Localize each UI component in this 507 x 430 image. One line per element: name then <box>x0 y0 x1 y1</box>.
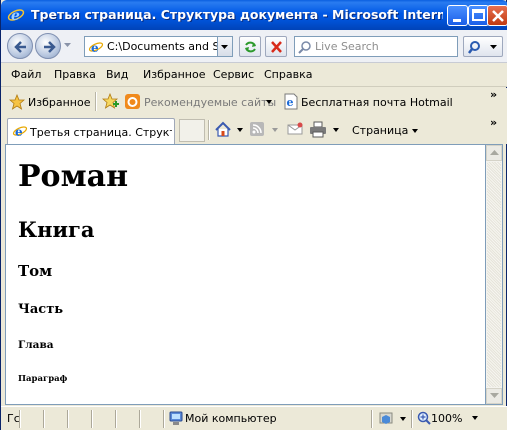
menu-favorites[interactable]: Избранное <box>143 68 205 81</box>
menu-view[interactable]: Вид <box>106 68 128 81</box>
page-menu-button[interactable]: Страница <box>352 124 419 137</box>
search-button[interactable] <box>463 36 503 57</box>
status-divider <box>91 410 93 428</box>
heading-2: Книга <box>18 217 95 242</box>
menu-bar: Файл Правка Вид Избранное Сервис Справка <box>1 63 507 87</box>
menu-help[interactable]: Справка <box>264 68 312 81</box>
chevron-down-icon[interactable] <box>272 128 279 133</box>
protected-mode-icon[interactable] <box>379 411 409 426</box>
minimize-button[interactable] <box>447 5 468 26</box>
menu-file[interactable]: Файл <box>11 68 41 81</box>
hotmail-page-icon: e <box>284 93 298 110</box>
arrow-down-icon <box>490 393 499 398</box>
hotmail-link[interactable]: Бесплатная почта Hotmail <box>301 96 453 109</box>
svg-text:e: e <box>91 41 99 54</box>
chevron-down-icon[interactable] <box>237 128 244 133</box>
zoom-level[interactable]: 100% <box>431 412 462 425</box>
page-content: Роман Книга Том Часть Глава Параграф <box>5 144 486 405</box>
page-menu-label: Страница <box>352 124 409 137</box>
history-dropdown-icon[interactable] <box>64 43 72 49</box>
scroll-up-button[interactable] <box>486 145 502 161</box>
mail-icon[interactable] <box>287 121 303 137</box>
forward-arrow-icon <box>44 41 56 53</box>
home-icon[interactable] <box>214 121 232 138</box>
command-more-chevron[interactable]: » <box>490 116 497 129</box>
computer-icon <box>169 411 183 425</box>
status-divider <box>371 410 373 428</box>
status-divider <box>67 410 69 428</box>
close-button[interactable] <box>487 5 507 26</box>
back-arrow-icon <box>14 41 26 53</box>
chevron-down-icon <box>411 129 418 133</box>
chevron-down-icon[interactable] <box>333 128 340 133</box>
magnifier-icon[interactable] <box>417 411 431 425</box>
toolbar-separator <box>208 120 210 140</box>
status-divider <box>411 410 413 428</box>
status-divider <box>115 410 117 428</box>
address-bar[interactable]: e C:\Documents and Set <box>84 36 233 57</box>
favorites-bar: Избранное Рекомендуемые сайты e Бесплатн… <box>1 88 507 115</box>
favorites-button[interactable]: Избранное <box>28 96 90 109</box>
scroll-down-button[interactable] <box>486 388 502 404</box>
menu-edit[interactable]: Правка <box>54 68 96 81</box>
refresh-button[interactable] <box>239 36 261 57</box>
status-divider <box>163 410 165 428</box>
search-go-icon <box>468 41 497 54</box>
toolbar-separator <box>95 92 97 111</box>
svg-text:e: e <box>11 8 20 24</box>
status-text: Гс <box>7 412 20 425</box>
stop-icon <box>271 41 282 53</box>
address-dropdown-button[interactable] <box>217 37 232 56</box>
heading-3: Том <box>18 262 53 280</box>
address-text[interactable]: C:\Documents and Set <box>107 40 219 53</box>
new-tab-button[interactable] <box>179 119 205 142</box>
tab-page-icon: e <box>12 125 28 139</box>
browser-window: e Третья страница. Структура документа -… <box>0 0 507 430</box>
heading-4: Часть <box>18 302 64 317</box>
status-divider <box>19 410 21 428</box>
heading-1: Роман <box>18 159 129 194</box>
print-icon[interactable] <box>309 121 327 138</box>
search-field[interactable] <box>294 36 458 57</box>
forward-button[interactable] <box>35 33 61 59</box>
scroll-track[interactable] <box>487 162 501 387</box>
status-divider <box>139 410 141 428</box>
menu-tools[interactable]: Сервис <box>213 68 254 81</box>
heading-6: Параграф <box>18 374 68 384</box>
chevron-down-icon[interactable] <box>266 100 273 105</box>
search-input[interactable] <box>315 38 453 55</box>
search-icon <box>298 41 311 54</box>
address-toolbar: e C:\Documents and Set <box>1 30 507 63</box>
refresh-icon <box>245 41 256 53</box>
chevron-down-icon[interactable] <box>472 416 479 421</box>
tab-active[interactable]: e Третья страница. Структ... <box>7 118 175 144</box>
maximize-button[interactable] <box>468 5 489 26</box>
vertical-scrollbar[interactable] <box>486 144 503 405</box>
window-title: Третья страница. Структура документа - M… <box>31 7 443 22</box>
stop-button[interactable] <box>265 36 287 57</box>
rss-icon[interactable] <box>249 121 265 137</box>
security-zone-label[interactable]: Мой компьютер <box>185 412 277 425</box>
page-icon: e <box>88 41 104 54</box>
ie-icon: e <box>7 6 25 24</box>
favorites-more-chevron[interactable]: » <box>490 88 497 101</box>
tab-command-bar: e Третья страница. Структ... Страница » <box>1 115 507 144</box>
title-bar[interactable]: e Третья страница. Структура документа -… <box>1 0 507 30</box>
arrow-up-icon <box>490 150 499 155</box>
heading-5: Глава <box>18 339 54 351</box>
status-divider <box>43 410 45 428</box>
suggested-sites-link[interactable]: Рекомендуемые сайты <box>144 96 276 109</box>
back-button[interactable] <box>7 33 33 59</box>
status-bar: Гс Мой компьютер 100% <box>1 406 507 430</box>
svg-text:e: e <box>287 96 294 109</box>
svg-text:e: e <box>15 125 23 139</box>
favorites-star-icon[interactable] <box>9 94 25 110</box>
suggested-sites-icon <box>125 94 140 109</box>
add-favorite-icon[interactable] <box>102 93 120 110</box>
tab-label: Третья страница. Структ... <box>30 126 172 139</box>
